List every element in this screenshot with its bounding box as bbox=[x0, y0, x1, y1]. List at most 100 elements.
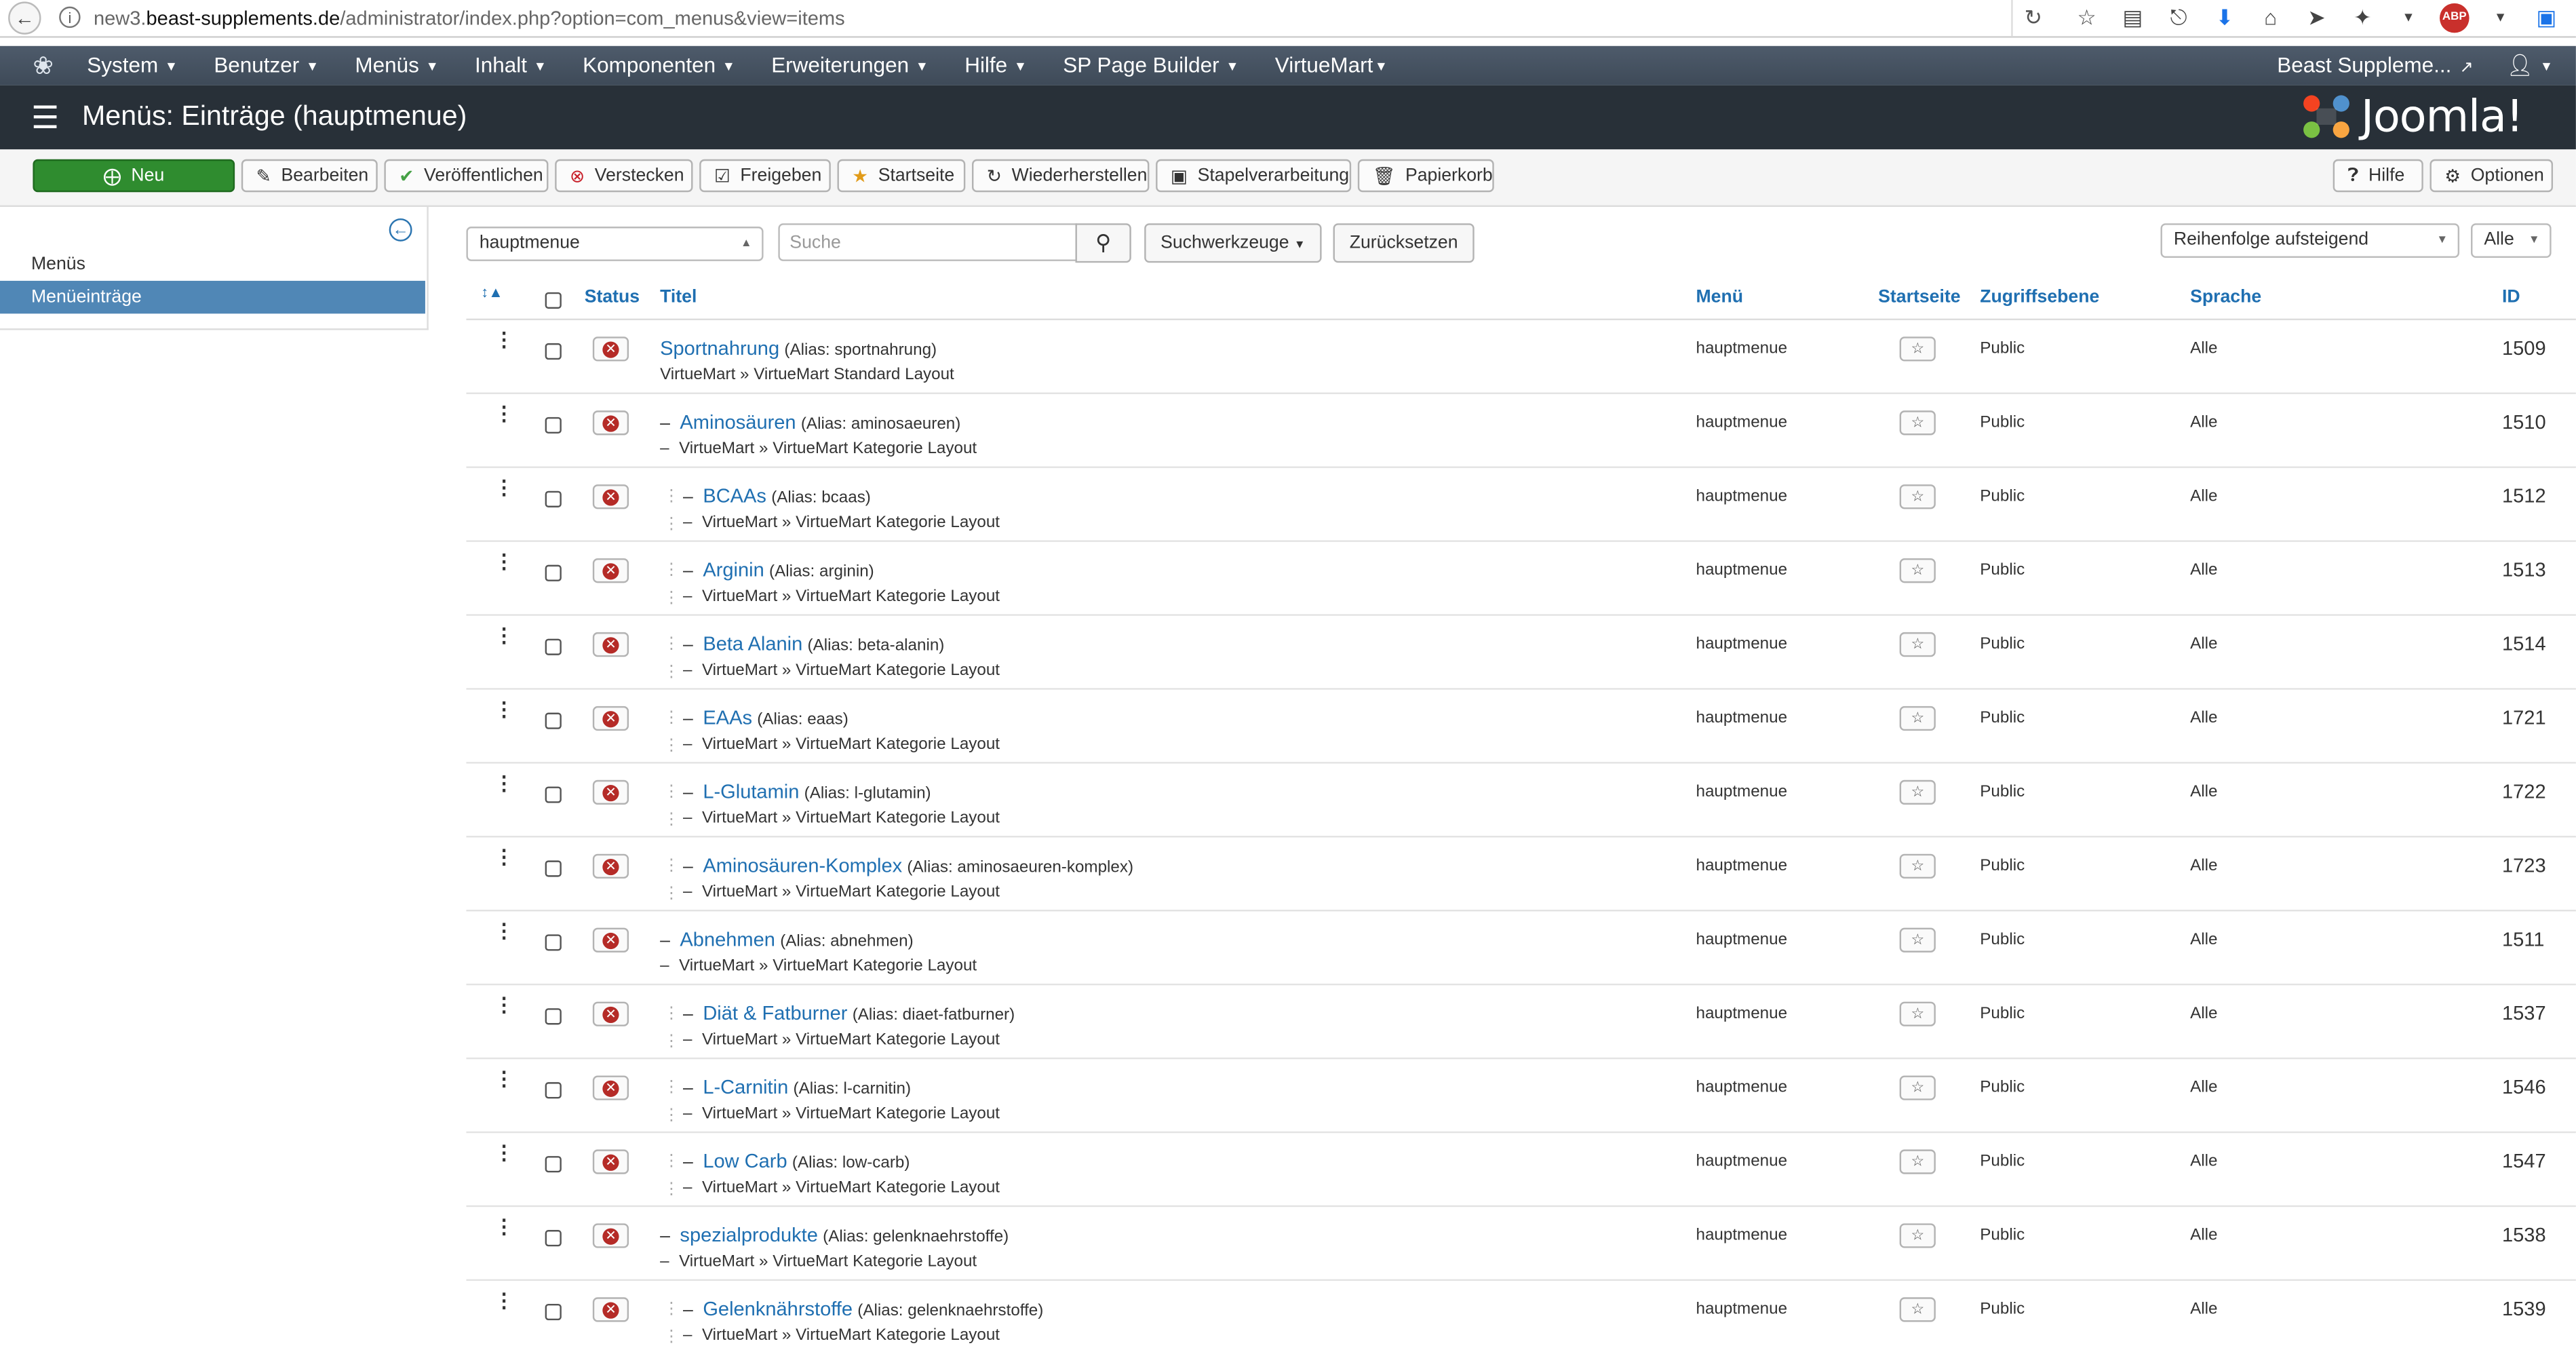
row-checkbox[interactable] bbox=[545, 1230, 562, 1247]
drag-handle-icon[interactable]: ⋮ bbox=[494, 552, 514, 571]
adblock-icon[interactable]: ABP bbox=[2440, 3, 2470, 33]
column-access[interactable]: Zugriffsebene bbox=[1980, 288, 2099, 307]
row-checkbox[interactable] bbox=[545, 860, 562, 877]
help-button[interactable]: ❓︎ Hilfe bbox=[2333, 159, 2423, 193]
status-toggle-button[interactable]: ✕ bbox=[592, 1297, 629, 1322]
row-checkbox[interactable] bbox=[545, 564, 562, 581]
dropdown-icon-2[interactable]: ▼ bbox=[2486, 3, 2516, 33]
menu-select[interactable]: hauptmenue ▲ bbox=[466, 227, 764, 261]
row-title-link[interactable]: Sportnahrung bbox=[660, 336, 779, 360]
nav-sp-page-builder[interactable]: SP Page Builder ▼ bbox=[1045, 46, 1257, 85]
set-home-button[interactable]: ☆ bbox=[1899, 410, 1936, 436]
batch-button[interactable]: ▣ Stapelverarbeitung bbox=[1156, 159, 1352, 193]
row-checkbox[interactable] bbox=[545, 417, 562, 434]
row-checkbox[interactable] bbox=[545, 1303, 562, 1321]
set-home-button[interactable]: ☆ bbox=[1899, 706, 1936, 731]
extension-icon[interactable]: ✦ bbox=[2347, 3, 2377, 33]
set-home-button[interactable]: ☆ bbox=[1899, 927, 1936, 952]
back-arrow-icon[interactable]: ← bbox=[8, 1, 41, 35]
status-toggle-button[interactable]: ✕ bbox=[592, 1075, 629, 1100]
send-icon[interactable]: ➤ bbox=[2302, 3, 2332, 33]
row-title-link[interactable]: Aminosäuren-Komplex bbox=[703, 854, 902, 877]
column-id[interactable]: ID bbox=[2502, 288, 2520, 307]
checkin-button[interactable]: ☑ Freigeben bbox=[699, 159, 831, 193]
collapse-sidebar-icon[interactable]: ← bbox=[389, 218, 412, 242]
row-checkbox[interactable] bbox=[545, 934, 562, 951]
drag-handle-icon[interactable]: ⋮ bbox=[494, 847, 514, 867]
nav-menus[interactable]: Menüs ▼ bbox=[337, 46, 457, 85]
row-title-link[interactable]: Aminosäuren bbox=[680, 410, 796, 433]
joomla-small-logo-icon[interactable]: ❀ bbox=[33, 51, 53, 80]
column-menu[interactable]: Menü bbox=[1696, 288, 1743, 307]
row-checkbox[interactable] bbox=[545, 1082, 562, 1099]
trash-button[interactable]: 🗑︎ Papierkorb bbox=[1357, 159, 1494, 193]
nav-content[interactable]: Inhalt ▼ bbox=[456, 46, 564, 85]
set-home-button[interactable]: ☆ bbox=[1899, 853, 1936, 879]
status-toggle-button[interactable]: ✕ bbox=[592, 1223, 629, 1248]
set-home-button[interactable]: ☆ bbox=[1899, 1223, 1936, 1248]
row-title-link[interactable]: EAAs bbox=[703, 706, 752, 729]
set-home-button[interactable]: ☆ bbox=[1899, 632, 1936, 657]
nav-help[interactable]: Hilfe ▼ bbox=[947, 46, 1045, 85]
drag-handle-icon[interactable]: ⋮ bbox=[494, 625, 514, 645]
status-toggle-button[interactable]: ✕ bbox=[592, 1001, 629, 1026]
set-home-button[interactable]: ☆ bbox=[1899, 1149, 1936, 1174]
reading-list-icon[interactable]: ▤ bbox=[2118, 3, 2148, 33]
limit-select[interactable]: Alle ▼ bbox=[2471, 223, 2552, 258]
ordering-sort-icon[interactable]: ↕▲ bbox=[481, 284, 503, 301]
drag-handle-icon[interactable]: ⋮ bbox=[494, 478, 514, 497]
drag-handle-icon[interactable]: ⋮ bbox=[494, 1217, 514, 1237]
edit-button[interactable]: ✎ Bearbeiten bbox=[241, 159, 378, 193]
set-home-button[interactable]: ☆ bbox=[1899, 779, 1936, 805]
row-title-link[interactable]: L-Glutamin bbox=[703, 780, 799, 803]
set-home-button[interactable]: ☆ bbox=[1899, 1297, 1936, 1322]
search-button[interactable]: ⚲ bbox=[1075, 223, 1131, 263]
reset-button[interactable]: Zurücksetzen bbox=[1333, 223, 1475, 263]
status-toggle-button[interactable]: ✕ bbox=[592, 632, 629, 657]
rebuild-button[interactable]: ↻ Wiederherstellen bbox=[971, 159, 1150, 193]
row-title-link[interactable]: Abnehmen bbox=[680, 928, 775, 951]
options-button[interactable]: ⚙ Optionen bbox=[2429, 159, 2554, 193]
publish-button[interactable]: ✔ Veröffentlichen bbox=[384, 159, 549, 193]
set-home-button[interactable]: ☆ bbox=[1899, 484, 1936, 509]
status-toggle-button[interactable]: ✕ bbox=[592, 1149, 629, 1174]
drag-handle-icon[interactable]: ⋮ bbox=[494, 1069, 514, 1089]
status-toggle-button[interactable]: ✕ bbox=[592, 336, 629, 362]
drag-handle-icon[interactable]: ⋮ bbox=[494, 921, 514, 941]
download-icon[interactable]: ⬇ bbox=[2210, 3, 2240, 33]
sync-icon[interactable]: ▣ bbox=[2532, 3, 2562, 33]
row-checkbox[interactable] bbox=[545, 786, 562, 803]
address-bar[interactable]: new3.beast-supplements.de/administrator/… bbox=[94, 7, 845, 30]
status-toggle-button[interactable]: ✕ bbox=[592, 853, 629, 879]
drag-handle-icon[interactable]: ⋮ bbox=[494, 773, 514, 793]
drag-handle-icon[interactable]: ⋮ bbox=[494, 699, 514, 719]
search-tools-button[interactable]: Suchwerkzeuge ▼ bbox=[1144, 223, 1322, 263]
select-all-checkbox[interactable] bbox=[545, 292, 562, 309]
row-checkbox[interactable] bbox=[545, 1156, 562, 1173]
reload-icon[interactable]: ↻ bbox=[2025, 5, 2042, 31]
site-link[interactable]: Beast Suppleme... ↗ bbox=[2261, 46, 2490, 85]
status-toggle-button[interactable]: ✕ bbox=[592, 706, 629, 731]
set-home-button[interactable]: ☆ bbox=[1899, 1001, 1936, 1026]
row-title-link[interactable]: Gelenknährstoffe bbox=[703, 1297, 853, 1320]
nav-system[interactable]: System ▼ bbox=[69, 46, 196, 85]
nav-extensions[interactable]: Erweiterungen ▼ bbox=[754, 46, 947, 85]
row-title-link[interactable]: Diät & Fatburner bbox=[703, 1002, 847, 1025]
row-title-link[interactable]: L-Carnitin bbox=[703, 1075, 788, 1098]
row-title-link[interactable]: Arginin bbox=[703, 558, 764, 581]
row-checkbox[interactable] bbox=[545, 712, 562, 729]
nav-virtuemart[interactable]: VirtueMart ▼ bbox=[1257, 46, 1405, 85]
info-icon[interactable]: i bbox=[59, 6, 81, 28]
row-title-link[interactable]: Low Carb bbox=[703, 1149, 787, 1172]
drag-handle-icon[interactable]: ⋮ bbox=[494, 404, 514, 423]
drag-handle-icon[interactable]: ⋮ bbox=[494, 1291, 514, 1311]
nav-components[interactable]: Komponenten ▼ bbox=[564, 46, 753, 85]
row-checkbox[interactable] bbox=[545, 490, 562, 507]
drag-handle-icon[interactable]: ⋮ bbox=[494, 1143, 514, 1163]
row-title-link[interactable]: spezialprodukte bbox=[680, 1223, 817, 1246]
set-home-button[interactable]: ☆ bbox=[1899, 558, 1936, 583]
set-home-button[interactable]: ☆ bbox=[1899, 1075, 1936, 1100]
status-toggle-button[interactable]: ✕ bbox=[592, 410, 629, 436]
dropdown-icon[interactable]: ▼ bbox=[2394, 3, 2423, 33]
row-checkbox[interactable] bbox=[545, 343, 562, 360]
